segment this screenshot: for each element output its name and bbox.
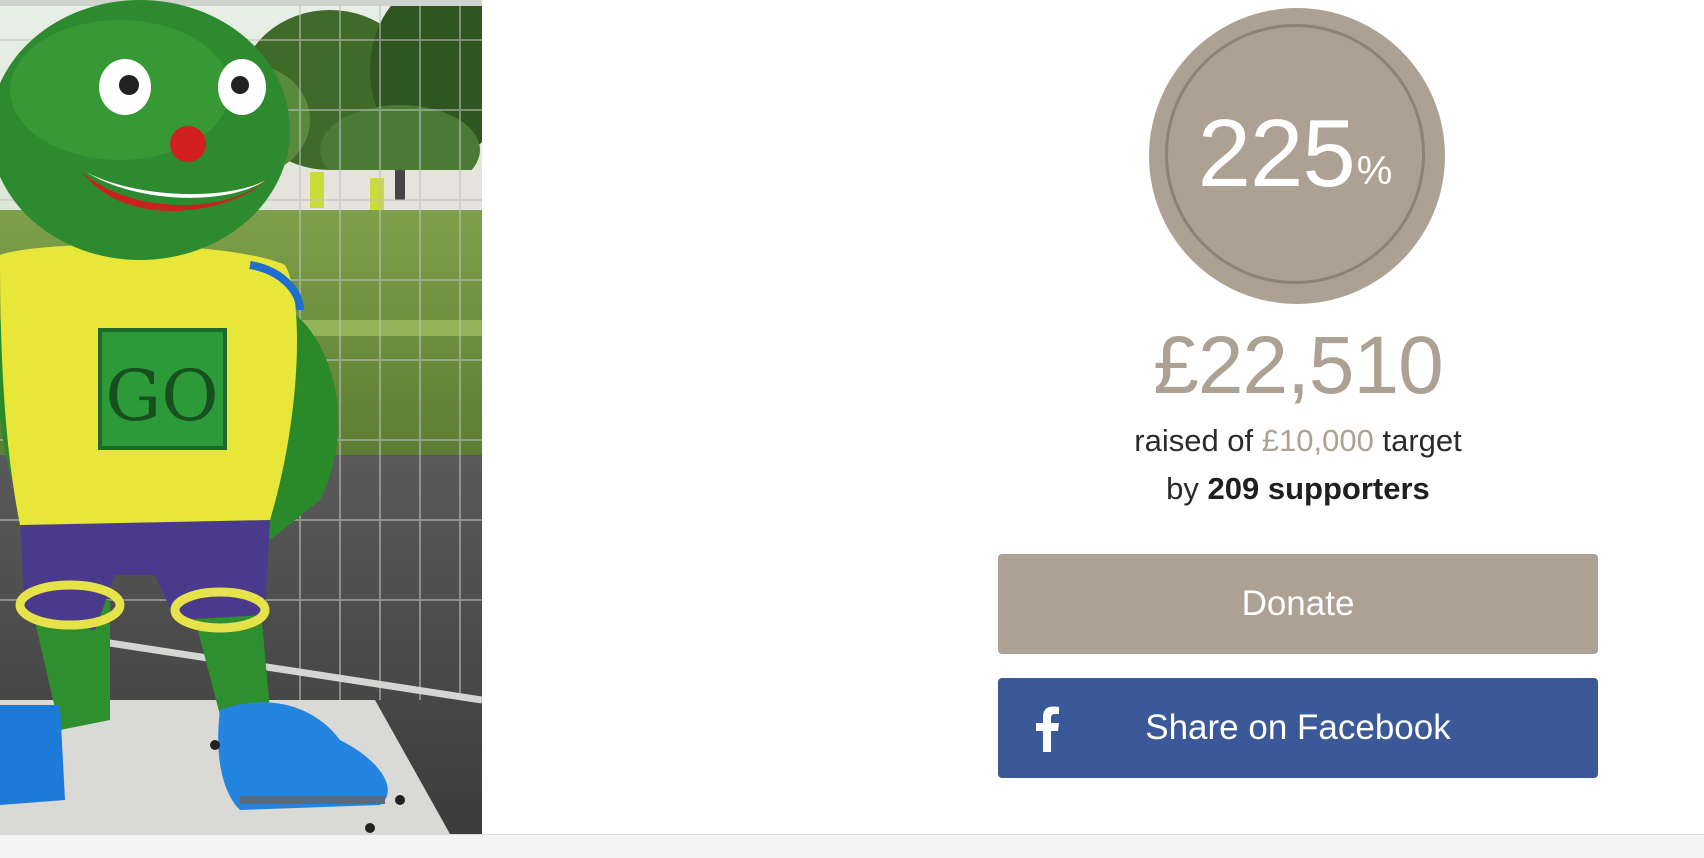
- facebook-icon: [1036, 706, 1059, 752]
- svg-text:GO: GO: [105, 355, 218, 437]
- supporters-prefix: by: [1166, 471, 1199, 506]
- mascot-photo: GO: [0, 0, 482, 834]
- supporters-count: 209 supporters: [1207, 471, 1430, 506]
- raised-amount: £22,510: [1153, 320, 1443, 411]
- target-amount: £10,000: [1261, 423, 1374, 458]
- share-facebook-label: Share on Facebook: [1145, 708, 1451, 747]
- share-facebook-button[interactable]: Share on Facebook: [998, 678, 1598, 778]
- donate-button[interactable]: Donate: [998, 554, 1598, 654]
- progress-percent: 225: [1197, 100, 1356, 207]
- progress-percent-sign: %: [1356, 149, 1393, 193]
- target-line: raised of £10,000 target: [998, 419, 1598, 463]
- mascot-image: GO: [0, 0, 482, 834]
- supporters-line: by 209 supporters: [998, 467, 1598, 511]
- target-prefix: raised of: [1134, 423, 1254, 458]
- fundraising-panel: 225 % £22,510 raised of £10,000 target b…: [998, 0, 1598, 834]
- window-bottom-edge: [0, 834, 1704, 858]
- target-suffix: target: [1382, 423, 1462, 458]
- progress-ring: 225 %: [1149, 8, 1445, 304]
- donate-button-label: Donate: [1241, 584, 1355, 623]
- progress-ring-inner: 225 %: [1165, 24, 1425, 284]
